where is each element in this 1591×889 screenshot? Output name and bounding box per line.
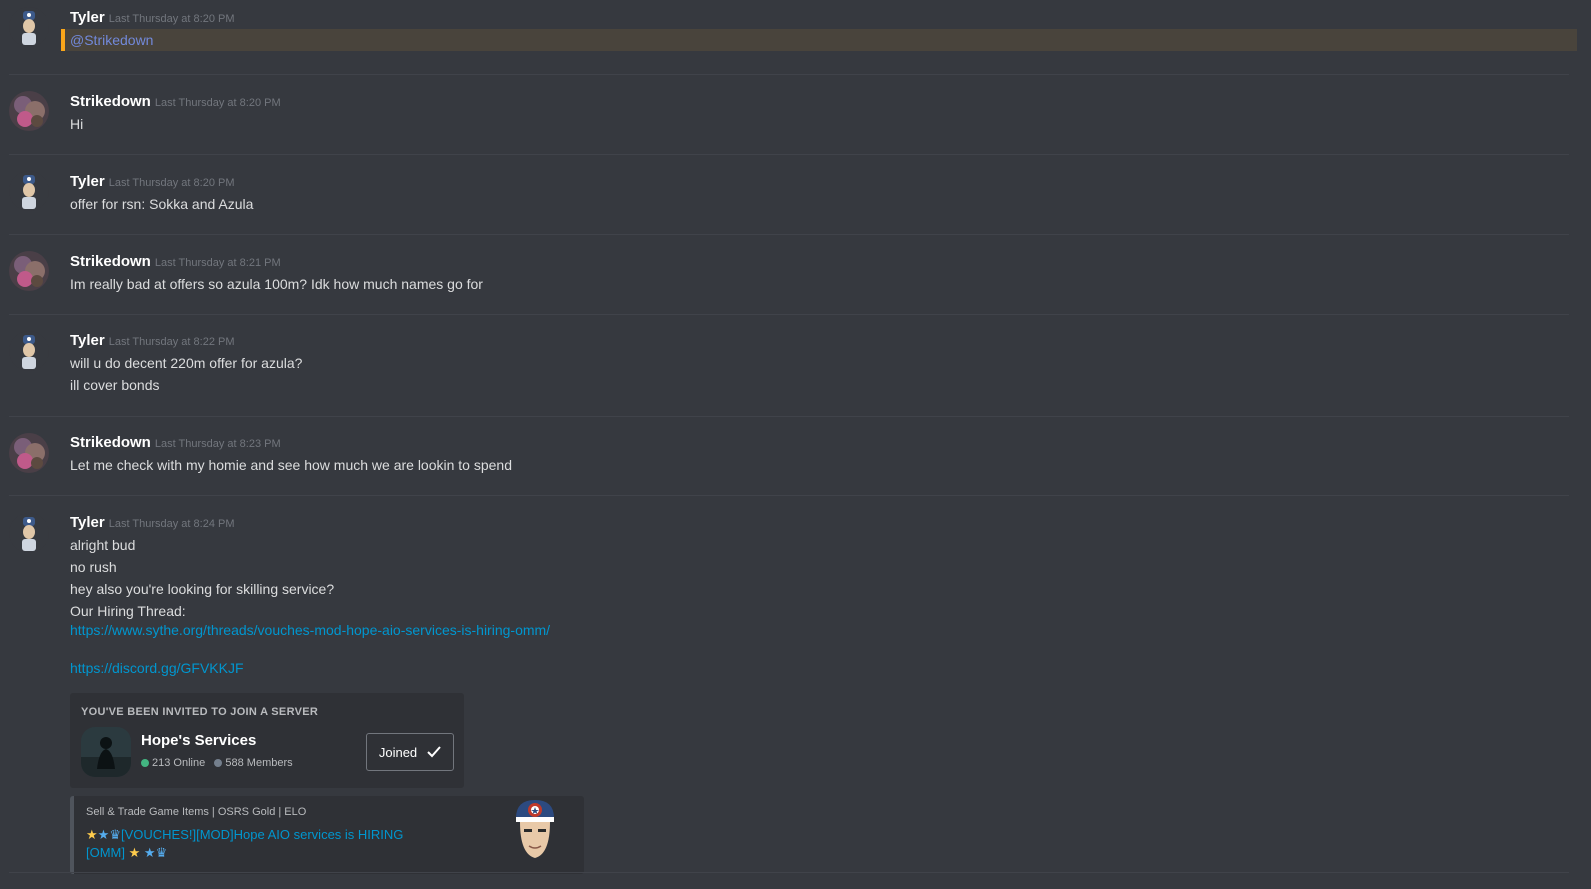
server-name: Hope's Services (141, 732, 257, 749)
message-divider (9, 74, 1569, 75)
embed-title-line1: [VOUCHES!][MOD]Hope AIO services is HIRI… (120, 827, 404, 842)
avatar[interactable] (9, 171, 49, 211)
author-name[interactable]: Tyler (70, 332, 105, 349)
tyler-avatar-icon (9, 171, 49, 211)
discord-invite-link[interactable]: https://discord.gg/GFVKKJF (70, 660, 244, 676)
message-content: will u do decent 220m offer for azula? (70, 355, 303, 371)
strikedown-avatar-icon (9, 91, 49, 131)
captain-avatar-icon (516, 800, 554, 858)
timestamp: Last Thursday at 8:21 PM (154, 257, 281, 269)
message-content: alright bud (70, 537, 136, 553)
checkmark-icon (427, 746, 441, 758)
message-header: Strikedown Last Thursday at 8:21 PM (70, 253, 281, 271)
message-content: hey also you're looking for skilling ser… (70, 581, 335, 597)
avatar[interactable] (9, 7, 49, 47)
author-name[interactable]: Tyler (70, 9, 105, 26)
message-content: Im really bad at offers so azula 100m? I… (70, 276, 483, 292)
message-divider (9, 314, 1569, 315)
message-header: Tyler Last Thursday at 8:20 PM (70, 173, 235, 191)
tyler-avatar-icon (9, 513, 49, 553)
star-icon: ★ (86, 827, 98, 842)
message-content: https://www.sythe.org/threads/vouches-mo… (70, 622, 550, 638)
avatar[interactable] (9, 331, 49, 371)
message-divider (9, 416, 1569, 417)
user-mention[interactable]: @Strikedown (70, 32, 153, 48)
embed-thumbnail[interactable] (510, 796, 560, 862)
star-icon: ★ (143, 845, 156, 860)
message-divider (9, 234, 1569, 235)
message-content: offer for rsn: Sokka and Azula (70, 196, 254, 212)
embed-provider: Sell & Trade Game Items | OSRS Gold | EL… (86, 806, 307, 818)
timestamp: Last Thursday at 8:22 PM (108, 336, 235, 348)
avatar[interactable] (9, 91, 49, 131)
message-content: Our Hiring Thread: (70, 603, 186, 619)
timestamp: Last Thursday at 8:20 PM (108, 13, 235, 25)
author-name[interactable]: Tyler (70, 173, 105, 190)
message-header: Strikedown Last Thursday at 8:20 PM (70, 93, 281, 111)
link-embed: Sell & Trade Game Items | OSRS Gold | EL… (70, 796, 584, 874)
server-invite-card: YOU'VE BEEN INVITED TO JOIN A SERVER Hop… (70, 693, 464, 788)
crown-icon: ♛ (109, 827, 121, 842)
message-content: Let me check with my homie and see how m… (70, 457, 513, 473)
tyler-avatar-icon (9, 331, 49, 371)
avatar[interactable] (9, 251, 49, 291)
avatar[interactable] (9, 433, 49, 473)
online-dot-icon (141, 759, 149, 767)
timestamp: Last Thursday at 8:20 PM (108, 177, 235, 189)
avatar[interactable] (9, 513, 49, 553)
embed-title-line2: [OMM] (86, 845, 125, 860)
message-content: ill cover bonds (70, 377, 160, 393)
timestamp: Last Thursday at 8:23 PM (154, 438, 281, 450)
embed-title[interactable]: ★★♛[VOUCHES!][MOD]Hope AIO services is H… (86, 826, 446, 862)
joined-button[interactable]: Joined (366, 733, 454, 771)
tyler-avatar-icon (9, 7, 49, 47)
mention-highlight (61, 29, 1577, 51)
invite-title: YOU'VE BEEN INVITED TO JOIN A SERVER (81, 706, 319, 718)
message-divider (9, 495, 1569, 496)
strikedown-avatar-icon (9, 251, 49, 291)
joined-button-label: Joined (378, 744, 418, 760)
message-header: Strikedown Last Thursday at 8:23 PM (70, 434, 281, 452)
star-icon: ★ (128, 845, 141, 860)
message-header: Tyler Last Thursday at 8:22 PM (70, 332, 235, 350)
server-icon-image (81, 727, 131, 777)
member-count: 588 Members (225, 757, 293, 769)
crown-icon: ♛ (155, 845, 168, 860)
strikedown-avatar-icon (9, 433, 49, 473)
author-name[interactable]: Strikedown (70, 253, 151, 270)
hiring-thread-link[interactable]: https://www.sythe.org/threads/vouches-mo… (70, 622, 550, 638)
author-name[interactable]: Strikedown (70, 93, 151, 110)
timestamp: Last Thursday at 8:24 PM (108, 518, 235, 530)
message-header: Tyler Last Thursday at 8:20 PM (70, 9, 235, 27)
message-content: Hi (70, 116, 84, 132)
star-icon: ★ (97, 827, 110, 842)
online-count: 213 Online (152, 757, 206, 769)
message-content: https://discord.gg/GFVKKJF (70, 660, 244, 676)
author-name[interactable]: Strikedown (70, 434, 151, 451)
message-content: @Strikedown (70, 32, 153, 48)
author-name[interactable]: Tyler (70, 514, 105, 531)
timestamp: Last Thursday at 8:20 PM (154, 97, 281, 109)
server-icon[interactable] (81, 727, 131, 777)
members-dot-icon (214, 759, 223, 767)
message-divider (9, 154, 1569, 155)
message-header: Tyler Last Thursday at 8:24 PM (70, 514, 235, 532)
message-divider (9, 872, 1569, 873)
server-stats: 213 Online 588 Members (141, 757, 293, 769)
message-content: no rush (70, 559, 117, 575)
